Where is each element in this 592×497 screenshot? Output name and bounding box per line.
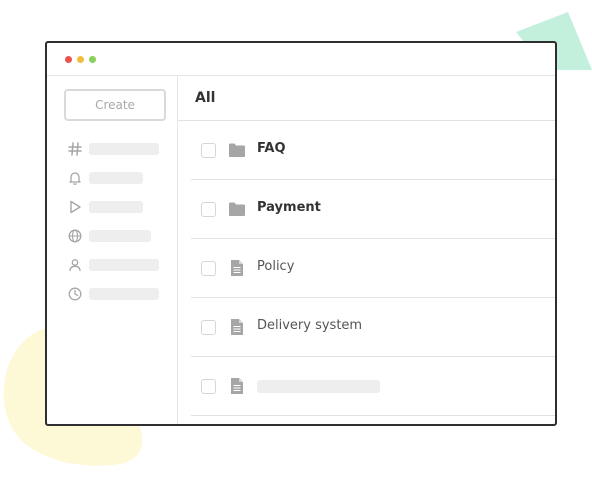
close-window-dot[interactable]	[65, 56, 72, 63]
sidebar-item-channels[interactable]	[67, 140, 167, 158]
sidebar-item-history[interactable]	[67, 285, 167, 303]
sidebar-item-label-placeholder	[89, 201, 143, 213]
row-checkbox[interactable]	[201, 261, 216, 276]
row-checkbox[interactable]	[201, 143, 216, 158]
sidebar-item-label-placeholder	[89, 288, 159, 300]
sidebar-item-notifications[interactable]	[67, 169, 167, 187]
clock-icon	[67, 286, 83, 302]
user-icon	[67, 257, 83, 273]
list-item[interactable]: Payment	[191, 180, 555, 239]
main-header: All	[178, 76, 555, 121]
sidebar-item-label-placeholder	[89, 230, 151, 242]
illustration-stage: Create All FAQ Payment Policy Delivery s…	[0, 0, 592, 497]
list-item[interactable]	[191, 357, 555, 416]
sidebar-item-global[interactable]	[67, 227, 167, 245]
sidebar-item-label-placeholder	[89, 172, 143, 184]
row-label: Policy	[257, 259, 295, 274]
row-label: Delivery system	[257, 318, 363, 333]
document-icon	[231, 378, 243, 394]
globe-icon	[67, 228, 83, 244]
row-label: Payment	[257, 200, 321, 215]
bell-icon	[67, 170, 83, 186]
folder-icon	[229, 202, 245, 216]
row-label-placeholder	[257, 380, 380, 393]
sidebar-item-label-placeholder	[89, 143, 159, 155]
sidebar-item-play[interactable]	[67, 198, 167, 216]
main-panel: All FAQ Payment Policy Delivery system	[178, 76, 555, 424]
list-item[interactable]: FAQ	[191, 121, 555, 180]
window-titlebar	[47, 43, 555, 76]
sidebar: Create	[47, 76, 178, 424]
sidebar-item-profile[interactable]	[67, 256, 167, 274]
minimize-window-dot[interactable]	[77, 56, 84, 63]
play-icon	[67, 199, 83, 215]
row-checkbox[interactable]	[201, 379, 216, 394]
page-title: All	[195, 90, 216, 106]
app-window: Create All FAQ Payment Policy Delivery s…	[45, 41, 557, 426]
document-icon	[231, 319, 243, 335]
maximize-window-dot[interactable]	[89, 56, 96, 63]
list-item[interactable]: Policy	[191, 239, 555, 298]
row-checkbox[interactable]	[201, 320, 216, 335]
document-icon	[231, 260, 243, 276]
hash-icon	[67, 141, 83, 157]
row-checkbox[interactable]	[201, 202, 216, 217]
row-label: FAQ	[257, 141, 286, 156]
folder-icon	[229, 143, 245, 157]
sidebar-item-label-placeholder	[89, 259, 159, 271]
list-item[interactable]: Delivery system	[191, 298, 555, 357]
create-button[interactable]: Create	[64, 89, 166, 121]
